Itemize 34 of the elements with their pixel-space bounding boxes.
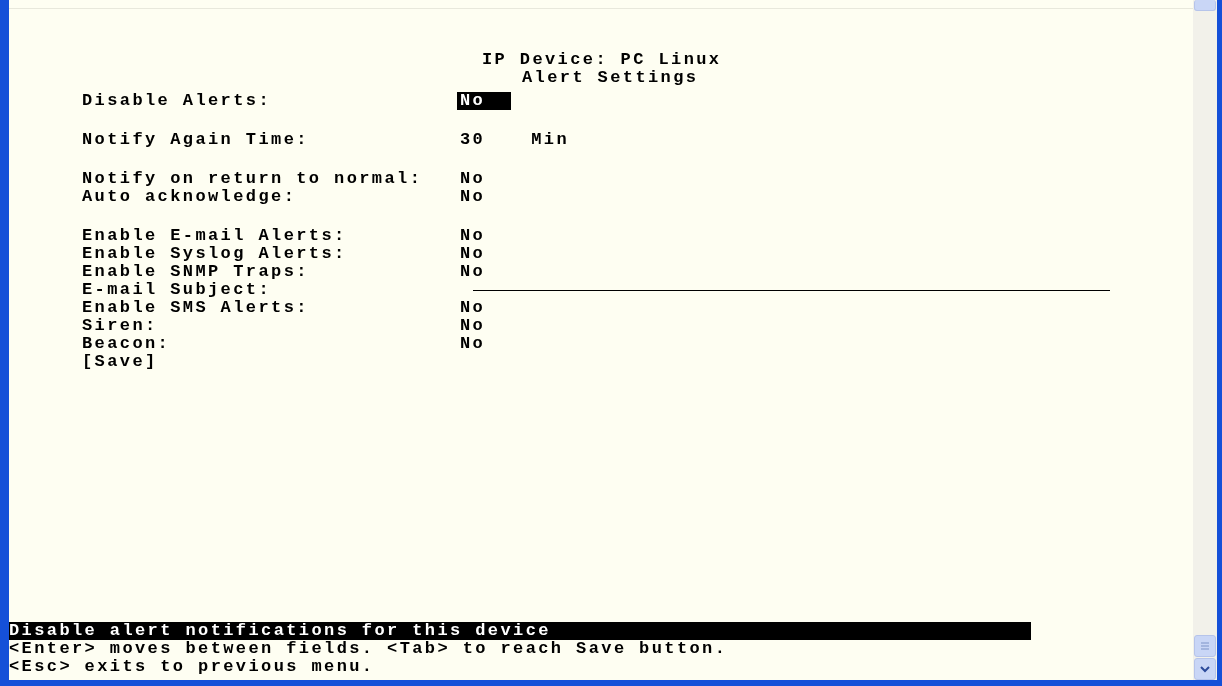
value-field[interactable]: No — [457, 170, 512, 188]
field-label: Enable SMS Alerts: — [82, 299, 310, 317]
value-field[interactable]: No — [457, 317, 512, 335]
field-label: Enable SNMP Traps: — [82, 263, 310, 281]
help-text: <Enter> moves between fields. <Tab> to reach Save button. — [9, 640, 729, 658]
value-field[interactable]: No — [457, 227, 512, 245]
unit-label: Min — [531, 131, 570, 149]
field-label: Auto acknowledge: — [82, 188, 298, 206]
scroll-up-button[interactable] — [1194, 0, 1216, 11]
number-field[interactable]: 30 — [457, 131, 512, 149]
field-label: Notify on return to normal: — [82, 170, 424, 188]
help-text: <Esc> exits to previous menu. — [9, 658, 376, 676]
scrollbar[interactable] — [1193, 0, 1217, 680]
chevron-down-icon — [1200, 665, 1210, 673]
grip-icon — [1200, 641, 1210, 651]
field-label: Notify Again Time: — [82, 131, 310, 149]
field-label: Beacon: — [82, 335, 172, 353]
field-label: Disable Alerts: — [82, 92, 273, 110]
value-field[interactable]: No — [457, 263, 512, 281]
scroll-down-button[interactable] — [1194, 658, 1216, 680]
field-label: Enable Syslog Alerts: — [82, 245, 348, 263]
value-field[interactable]: No — [457, 245, 512, 263]
help-description: Disable alert notifications for this device — [9, 622, 1031, 640]
field-label: Enable E-mail Alerts: — [82, 227, 348, 245]
value-field[interactable]: No — [457, 188, 512, 206]
value-field[interactable]: No — [457, 299, 512, 317]
field-label: Siren: — [82, 317, 159, 335]
screen-title: IP Device: PC Linux — [482, 51, 722, 69]
scrollbar-thumb[interactable] — [1194, 635, 1216, 657]
field-label: E-mail Subject: — [82, 281, 273, 299]
value-field[interactable]: No — [457, 335, 512, 353]
save-button[interactable]: [Save] — [82, 353, 158, 371]
screen-subtitle: Alert Settings — [521, 69, 699, 87]
value-field[interactable]: No — [457, 92, 512, 110]
